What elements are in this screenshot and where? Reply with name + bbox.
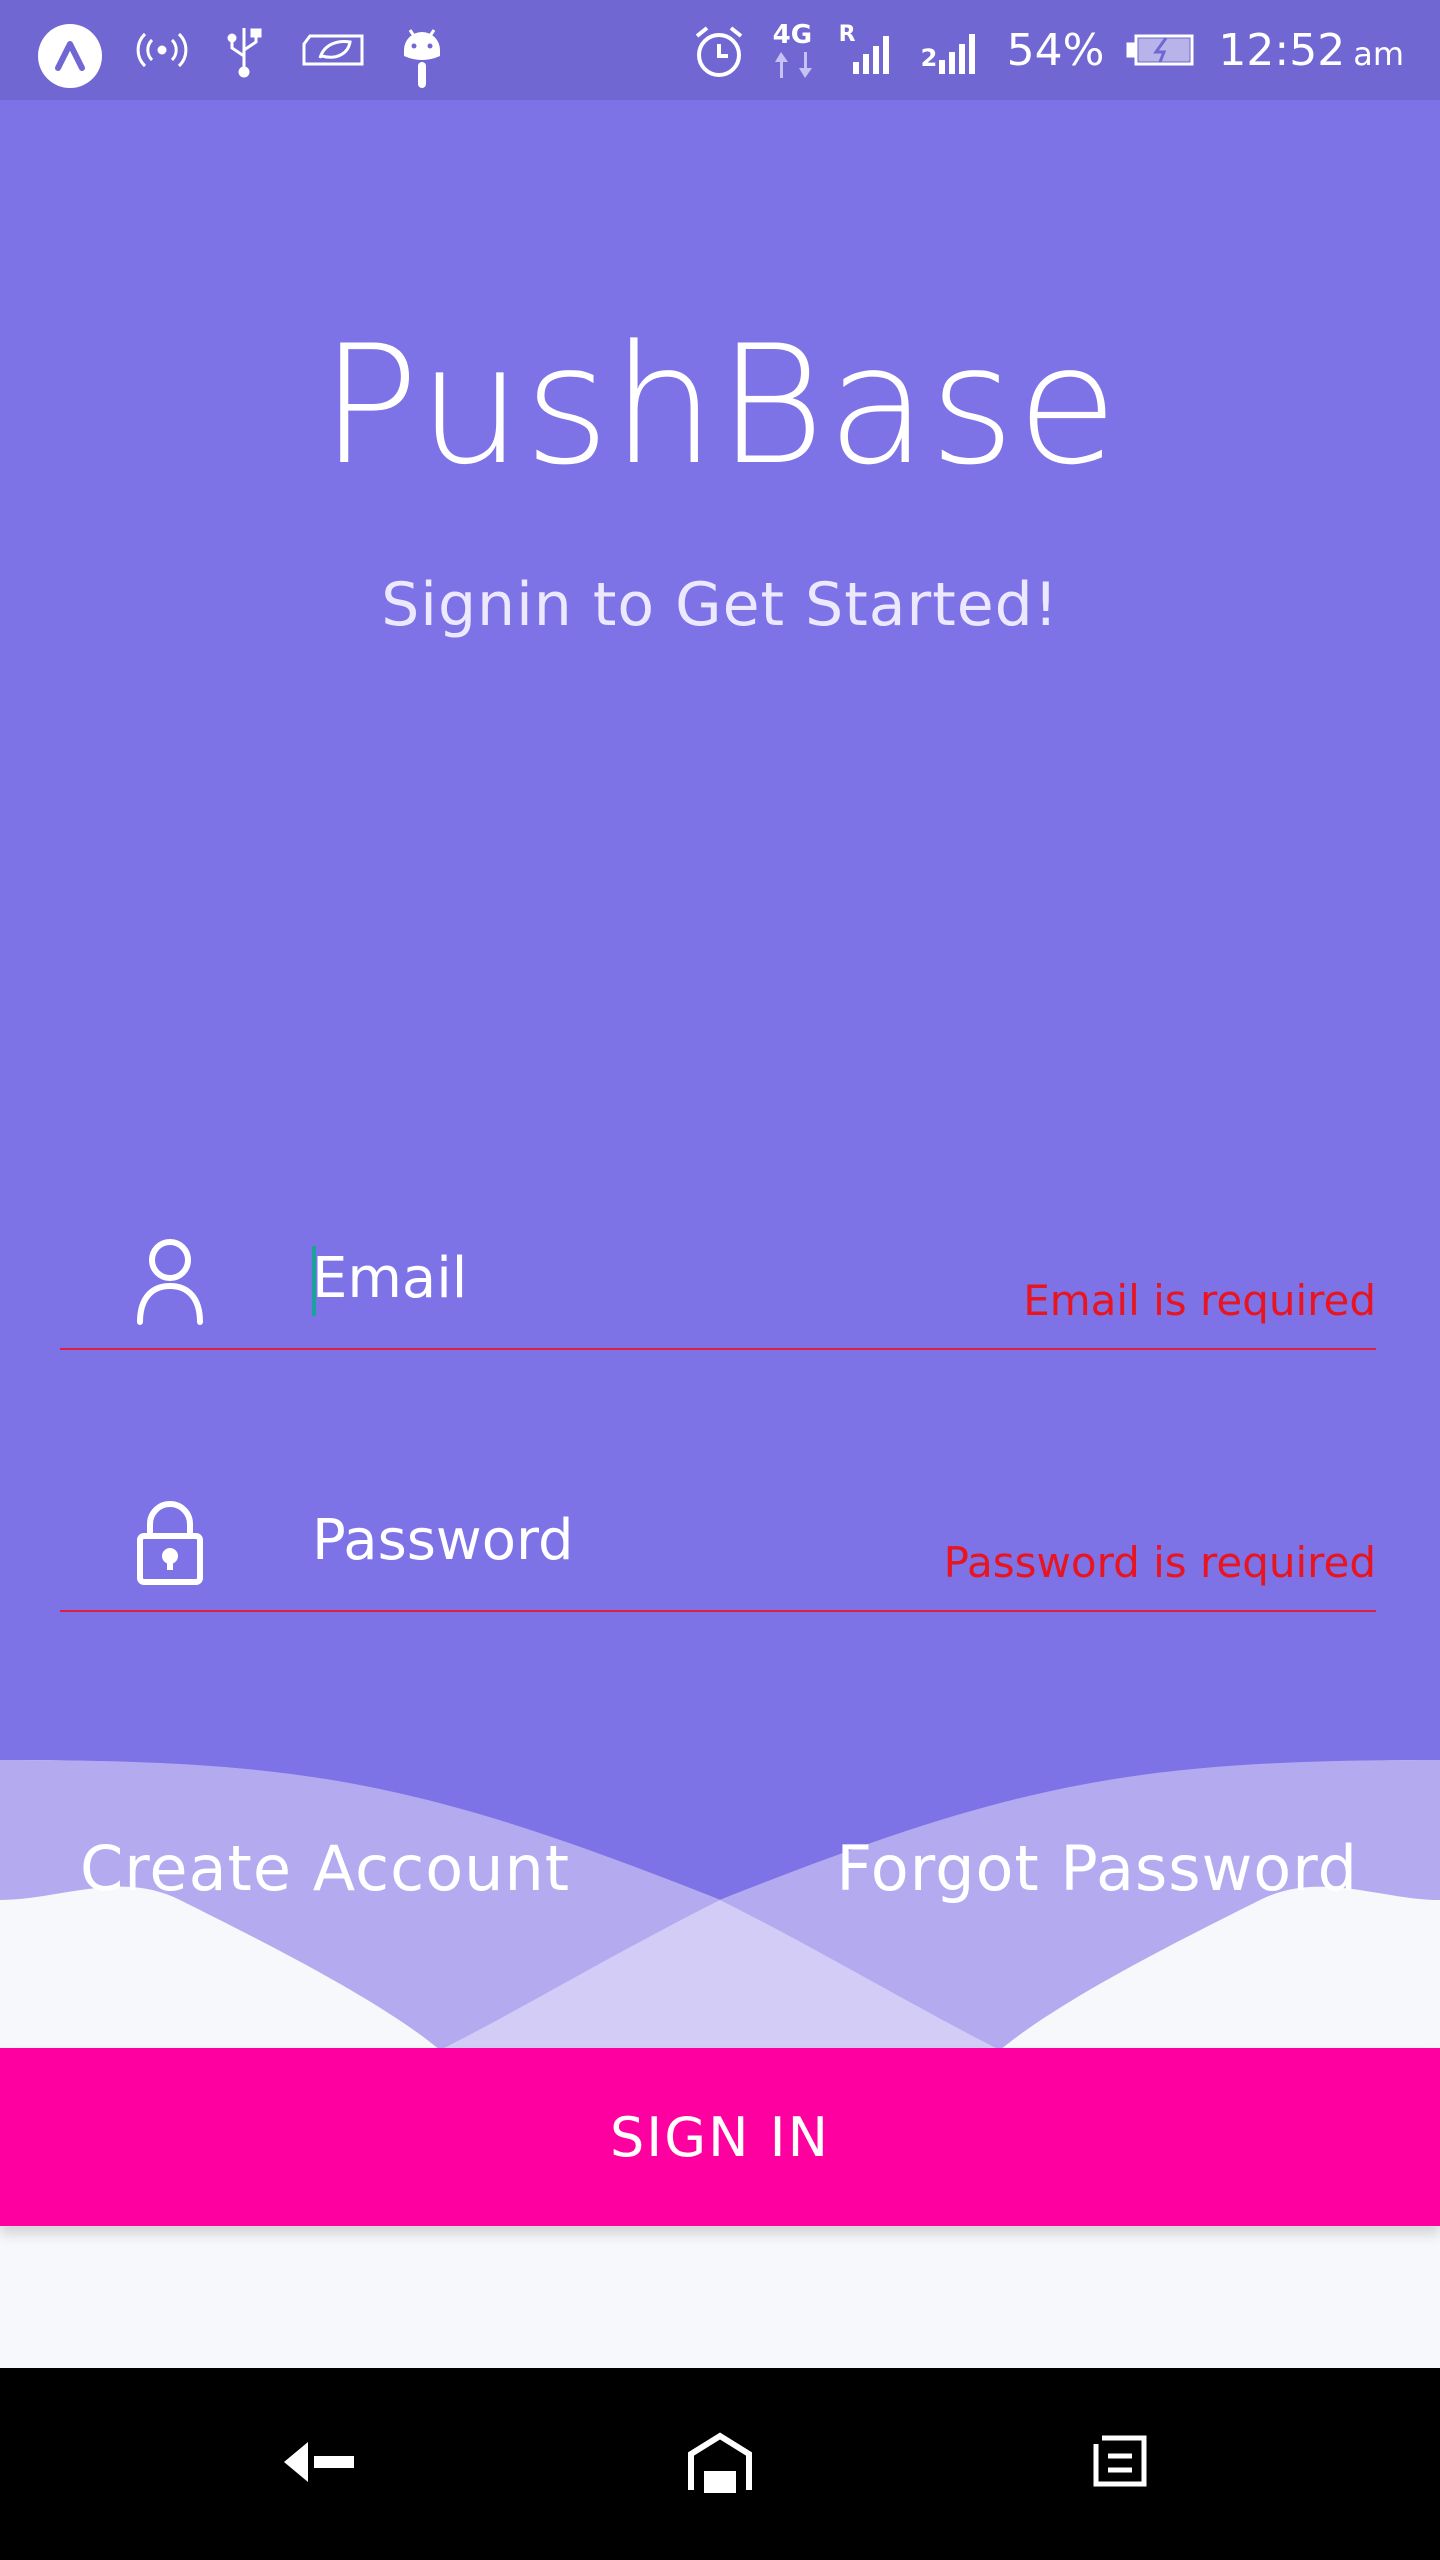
email-error: Email is required bbox=[1023, 1276, 1376, 1325]
signal-icon: R bbox=[839, 22, 899, 78]
lock-icon bbox=[132, 1498, 208, 1588]
status-bar: 4G R 2 54% 12:52 am bbox=[0, 0, 1440, 100]
clock-time: 12:52 bbox=[1218, 24, 1346, 76]
password-field[interactable]: Password is required bbox=[60, 1472, 1376, 1612]
hotspot-icon bbox=[134, 22, 190, 78]
clock: 12:52 am bbox=[1218, 25, 1404, 76]
battery-saver-icon bbox=[298, 22, 368, 78]
usb-icon bbox=[220, 22, 268, 78]
app-subtitle: Signin to Get Started! bbox=[381, 570, 1059, 640]
alarm-icon bbox=[689, 22, 749, 78]
recent-apps-icon bbox=[1088, 2434, 1152, 2494]
network-type-label: 4G bbox=[772, 20, 813, 50]
create-account-link[interactable]: Create Account bbox=[80, 1832, 570, 1905]
home-icon bbox=[685, 2430, 755, 2498]
password-input[interactable] bbox=[312, 1500, 1012, 1580]
clock-ampm: am bbox=[1353, 34, 1404, 73]
email-input[interactable] bbox=[312, 1238, 1012, 1318]
app-icon bbox=[36, 22, 104, 88]
android-icon bbox=[398, 22, 446, 88]
navigation-bar bbox=[0, 2368, 1440, 2560]
forgot-password-link[interactable]: Forgot Password bbox=[836, 1832, 1358, 1905]
app-title: PushBase bbox=[320, 310, 1120, 501]
password-error: Password is required bbox=[943, 1538, 1376, 1587]
back-icon bbox=[280, 2432, 360, 2496]
status-bar-left bbox=[36, 14, 446, 88]
home-button[interactable] bbox=[660, 2420, 780, 2508]
battery-percent: 54% bbox=[1006, 24, 1105, 76]
battery-charging-icon bbox=[1126, 22, 1196, 78]
recent-apps-button[interactable] bbox=[1060, 2420, 1180, 2508]
signal-2-icon: 2 bbox=[921, 22, 985, 78]
status-bar-right: 4G R 2 54% 12:52 am bbox=[689, 14, 1404, 86]
email-field[interactable]: Email is required bbox=[60, 1210, 1376, 1350]
user-icon bbox=[132, 1236, 208, 1326]
sign-in-button[interactable]: SIGN IN bbox=[0, 2048, 1440, 2226]
back-button[interactable] bbox=[260, 2420, 380, 2508]
network-icon: 4G bbox=[771, 20, 817, 78]
